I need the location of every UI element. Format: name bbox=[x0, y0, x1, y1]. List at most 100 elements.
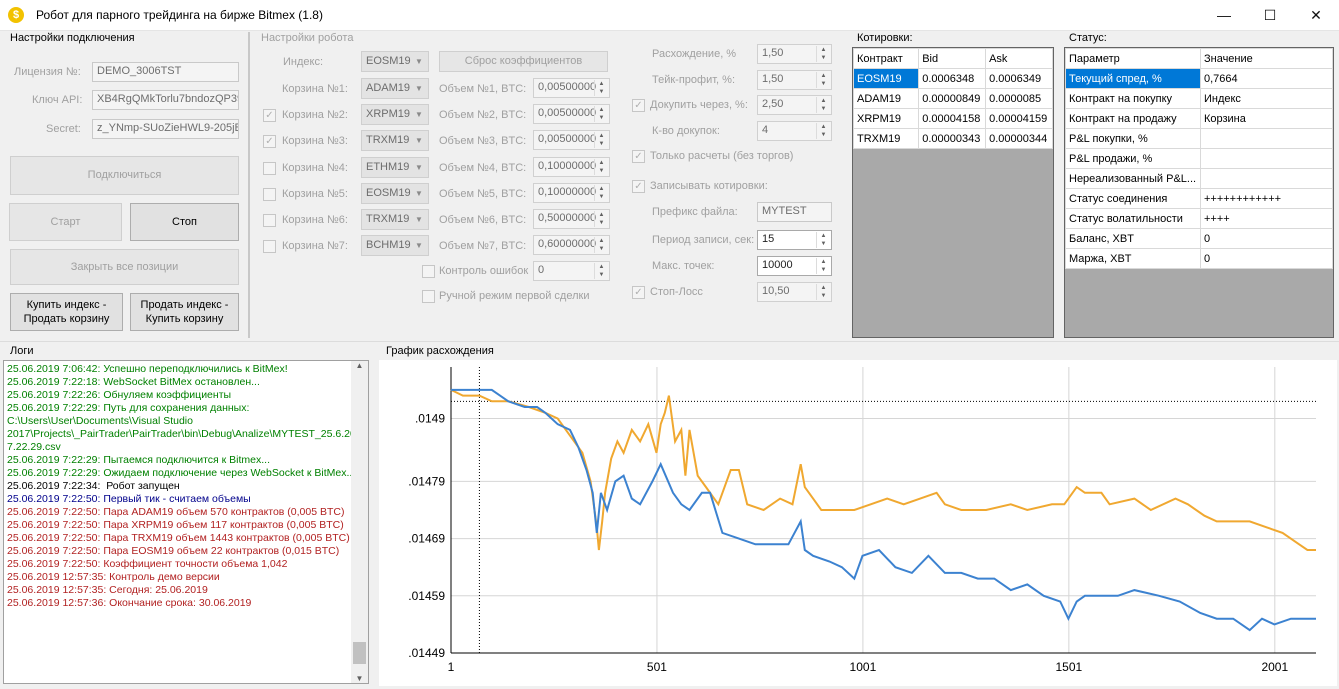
index-select[interactable]: EOSM19 ▼ bbox=[361, 51, 429, 72]
api-key-field[interactable]: XB4RgQMkTorlu7bndozQP39 bbox=[92, 90, 239, 110]
quotes-row[interactable]: EOSM19 0.0006348 0.0006349 bbox=[852, 68, 1053, 89]
spinner-icon[interactable]: ▲ ▼ bbox=[594, 106, 608, 123]
quotes-header-bid[interactable]: Bid bbox=[918, 48, 987, 69]
basket-2-checkbox[interactable]: ✓ bbox=[263, 109, 276, 123]
spinner-icon[interactable]: ▲ ▼ bbox=[594, 132, 608, 149]
spinner-icon[interactable]: ▲ ▼ bbox=[816, 284, 830, 300]
start-button[interactable]: Старт bbox=[9, 203, 122, 241]
status-header-param[interactable]: Параметр bbox=[1065, 48, 1201, 69]
scroll-up-icon[interactable]: ▲ bbox=[351, 361, 368, 370]
spinner-icon[interactable]: ▲ ▼ bbox=[816, 232, 830, 248]
spinner-icon[interactable]: ▲ ▼ bbox=[816, 72, 830, 88]
status-value-cell[interactable] bbox=[1199, 148, 1334, 169]
basket-7-checkbox[interactable] bbox=[263, 240, 276, 254]
status-param-cell[interactable]: Контракт на продажу bbox=[1065, 108, 1201, 129]
manual-first-trade-checkbox[interactable] bbox=[422, 290, 435, 303]
buy-index-sell-basket-button[interactable]: Купить индекс - Продать корзину bbox=[10, 293, 123, 331]
status-param-cell[interactable]: Текущий спред, % bbox=[1065, 68, 1201, 89]
status-param-cell[interactable]: Статус соединения bbox=[1065, 188, 1201, 209]
status-param-cell[interactable]: Маржа, XBT bbox=[1065, 248, 1201, 269]
status-value-cell[interactable]: ++++ bbox=[1199, 208, 1334, 229]
quotes-grid[interactable]: Контракт Bid Ask EOSM19 0.0006348 0.000634… bbox=[852, 47, 1054, 338]
spinner-icon[interactable]: ▲ ▼ bbox=[594, 211, 608, 227]
calc-only-checkbox[interactable]: ✓ bbox=[632, 150, 645, 163]
basket-5-checkbox[interactable] bbox=[263, 187, 276, 201]
quotes-cell[interactable]: XRPM19 bbox=[852, 108, 920, 129]
quotes-cell[interactable]: 0.0006349 bbox=[985, 68, 1053, 89]
quotes-cell[interactable]: 0.0006348 bbox=[918, 68, 987, 89]
basket-4-select[interactable]: ETHM19 ▼ bbox=[361, 156, 429, 178]
status-row[interactable]: Контракт на продажу Корзина bbox=[1065, 108, 1334, 129]
basket-4-volume-input[interactable]: 0,10000000 ▲ ▼ bbox=[533, 156, 610, 177]
spinner-icon[interactable]: ▲ ▼ bbox=[816, 123, 830, 139]
quotes-cell[interactable]: 0.00004158 bbox=[918, 108, 987, 129]
status-param-cell[interactable]: P&L продажи, % bbox=[1065, 148, 1201, 169]
log-textbox[interactable]: 25.06.2019 7:06:42: Успешно переподключи… bbox=[3, 360, 369, 684]
quotes-cell[interactable]: 0.00004159 bbox=[985, 108, 1053, 129]
quotes-header-contract[interactable]: Контракт bbox=[852, 48, 920, 69]
minimize-button[interactable]: — bbox=[1201, 0, 1247, 31]
quotes-cell[interactable]: 0.00000343 bbox=[918, 128, 987, 149]
basket-4-checkbox[interactable] bbox=[263, 161, 276, 175]
chart-area[interactable]: 1 501 1001 1501 2001.01449.01459.01469.01479… bbox=[379, 360, 1337, 686]
basket-6-checkbox[interactable] bbox=[263, 214, 276, 227]
basket-7-select[interactable]: BCHM19 ▼ bbox=[361, 235, 429, 257]
quotes-cell[interactable]: TRXM19 bbox=[852, 128, 920, 149]
quotes-cell[interactable]: 0.0000085 bbox=[985, 88, 1053, 109]
status-row[interactable]: Контракт на покупку Индекс bbox=[1065, 88, 1334, 109]
status-param-cell[interactable]: Статус волатильности bbox=[1065, 208, 1201, 229]
close-all-positions-button[interactable]: Закрыть все позиции bbox=[10, 249, 239, 285]
secret-field[interactable]: z_YNmp-SUoZieHWL9-205jB bbox=[92, 119, 239, 139]
quotes-cell[interactable]: 0.00000344 bbox=[985, 128, 1053, 149]
spinner-icon[interactable]: ▲ ▼ bbox=[594, 184, 608, 201]
divergence-input[interactable]: 1,50 ▲ ▼ bbox=[757, 44, 832, 64]
status-row[interactable]: Статус соединения ++++++++++++ bbox=[1065, 188, 1334, 209]
quotes-cell[interactable]: 0.00000849 bbox=[918, 88, 987, 109]
basket-5-volume-input[interactable]: 0,10000000 ▲ ▼ bbox=[533, 182, 610, 203]
basket-7-volume-input[interactable]: 0,60000000 ▲ ▼ bbox=[533, 235, 610, 256]
quotes-row[interactable]: TRXM19 0.00000343 0.00000344 bbox=[852, 128, 1053, 149]
status-row[interactable]: P&L покупки, % bbox=[1065, 128, 1334, 149]
stop-button[interactable]: Стоп bbox=[130, 203, 239, 241]
spinner-icon[interactable]: ▲ ▼ bbox=[816, 258, 830, 274]
status-value-cell[interactable] bbox=[1199, 128, 1334, 149]
status-value-cell[interactable]: 0 bbox=[1199, 248, 1334, 269]
spinner-icon[interactable]: ▲ ▼ bbox=[594, 80, 608, 96]
status-param-cell[interactable]: Контракт на покупку bbox=[1065, 88, 1201, 109]
status-value-cell[interactable] bbox=[1199, 168, 1334, 189]
status-row[interactable]: Текущий спред, % 0,7664 bbox=[1065, 68, 1334, 89]
status-header-value[interactable]: Значение bbox=[1199, 48, 1334, 69]
scroll-thumb[interactable] bbox=[353, 642, 366, 664]
basket-2-select[interactable]: XRPM19 ▼ bbox=[361, 104, 429, 126]
connect-button[interactable]: Подключиться bbox=[10, 156, 239, 195]
basket-6-volume-input[interactable]: 0,50000000 ▲ ▼ bbox=[533, 209, 610, 229]
error-control-checkbox[interactable] bbox=[422, 265, 435, 278]
maximize-button[interactable]: ☐ bbox=[1247, 0, 1293, 31]
spinner-icon[interactable]: ▲ ▼ bbox=[816, 97, 830, 113]
take-profit-input[interactable]: 1,50 ▲ ▼ bbox=[757, 70, 832, 90]
quotes-row[interactable]: ADAM19 0.00000849 0.0000085 bbox=[852, 88, 1053, 109]
file-prefix-input[interactable]: MYTEST bbox=[757, 202, 832, 222]
reset-coefficients-button[interactable]: Сброс коэффициентов bbox=[439, 51, 608, 72]
basket-2-volume-input[interactable]: 0,00500000 ▲ ▼ bbox=[533, 104, 610, 125]
basket-5-select[interactable]: EOSM19 ▼ bbox=[361, 182, 429, 204]
basket-1-volume-input[interactable]: 0,00500000 ▲ ▼ bbox=[533, 78, 610, 98]
basket-3-volume-input[interactable]: 0,00500000 ▲ ▼ bbox=[533, 130, 610, 151]
status-row[interactable]: Баланс, XBT 0 bbox=[1065, 228, 1334, 249]
status-value-cell[interactable]: Корзина bbox=[1199, 108, 1334, 129]
quotes-cell[interactable]: EOSM19 bbox=[852, 68, 920, 89]
status-row[interactable]: P&L продажи, % bbox=[1065, 148, 1334, 169]
spinner-icon[interactable]: ▲ ▼ bbox=[594, 237, 608, 254]
quotes-header-ask[interactable]: Ask bbox=[985, 48, 1053, 69]
quotes-cell[interactable]: ADAM19 bbox=[852, 88, 920, 109]
log-scrollbar[interactable]: ▲ ▼ bbox=[351, 361, 368, 683]
status-grid[interactable]: Параметр Значение Текущий спред, % 0,7664… bbox=[1064, 47, 1334, 338]
license-field[interactable]: DEMO_3006TST bbox=[92, 62, 239, 82]
spinner-icon[interactable]: ▲ ▼ bbox=[594, 158, 608, 175]
max-points-input[interactable]: 10000 ▲ ▼ bbox=[757, 256, 832, 276]
basket-1-select[interactable]: ADAM19 ▼ bbox=[361, 78, 429, 99]
close-button[interactable]: ✕ bbox=[1293, 0, 1339, 31]
add-buy-input[interactable]: 2,50 ▲ ▼ bbox=[757, 95, 832, 115]
status-param-cell[interactable]: Нереализованный P&L... bbox=[1065, 168, 1201, 189]
status-row[interactable]: Маржа, XBT 0 bbox=[1065, 248, 1334, 269]
